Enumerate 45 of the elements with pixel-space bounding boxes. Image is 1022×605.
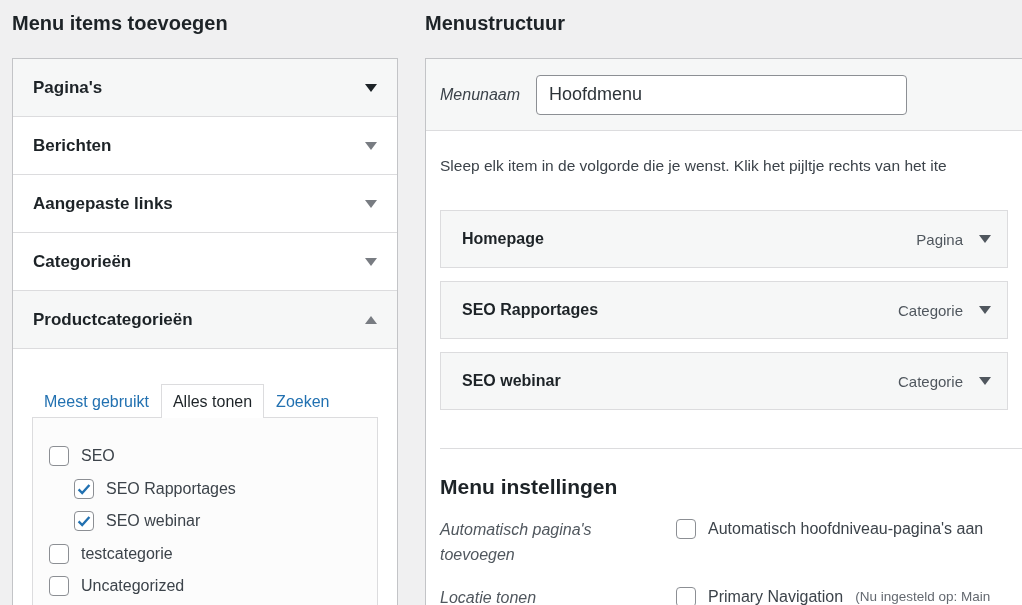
menu-item-title: Homepage <box>462 230 545 248</box>
menu-item[interactable]: SEO webinar Categorie <box>440 352 1008 410</box>
checkbox[interactable] <box>74 478 94 499</box>
expand-icon <box>365 257 377 266</box>
field-label: Menunaam <box>440 85 521 104</box>
tab[interactable]: Zoeken <box>264 384 342 417</box>
menu-item-type: Pagina <box>916 230 963 248</box>
tab[interactable]: Meest gebruikt <box>32 384 161 417</box>
menu-item-title: SEO Rapportages <box>462 301 600 319</box>
accordion-header[interactable]: Productcategorieën <box>13 291 397 349</box>
menu-item-type: Categorie <box>897 301 963 319</box>
expand-icon <box>365 199 377 208</box>
note-text: (Nu ingesteld op: Main <box>855 588 991 605</box>
column-heading: Menu items toevoegen <box>12 11 229 36</box>
instruction-text: Sleep elk item in de volgorde die je wenst. Klik het pijltje rechts van het ite <box>440 157 947 174</box>
checkbox-label: testcategorie <box>81 544 173 563</box>
menu-item-type: Categorie <box>897 372 963 390</box>
menu-item[interactable]: Homepage Pagina <box>440 210 1008 268</box>
menu-name-field[interactable]: Hoofdmenu <box>536 74 908 115</box>
tab[interactable]: Alles tonen <box>160 384 265 418</box>
checkbox[interactable] <box>74 511 94 532</box>
checkbox-label: SEO <box>81 447 115 466</box>
expand-icon <box>365 141 377 150</box>
checkbox-label: Automatisch hoofdniveau-pagina's aan <box>708 519 984 539</box>
column-heading: Menustructuur <box>425 11 566 36</box>
checkbox[interactable] <box>676 587 696 605</box>
checkbox-label: Primary Navigation <box>708 587 844 605</box>
accordion-header[interactable]: Pagina's <box>13 59 397 117</box>
checkbox-label: SEO webinar <box>106 512 201 531</box>
expand-icon[interactable] <box>979 377 991 385</box>
checkbox[interactable] <box>676 519 696 539</box>
checkbox[interactable] <box>49 446 69 467</box>
setting-label: Locatie tonen <box>440 588 538 605</box>
menu-item-title: SEO webinar <box>462 372 562 390</box>
expand-icon <box>365 83 377 92</box>
menu-item[interactable]: SEO Rapportages Categorie <box>440 281 1008 339</box>
checkbox[interactable] <box>49 576 69 597</box>
section-heading: Menu instellingen <box>440 475 619 499</box>
expand-icon[interactable] <box>979 306 991 314</box>
checkbox[interactable] <box>49 543 69 564</box>
checkbox-label: SEO Rapportages <box>106 479 236 498</box>
checkbox-label: Uncategorized <box>81 577 185 596</box>
setting-label: Automatisch pagina's toevoegen <box>440 520 593 565</box>
collapse-icon <box>365 315 377 324</box>
expand-icon[interactable] <box>979 235 991 243</box>
